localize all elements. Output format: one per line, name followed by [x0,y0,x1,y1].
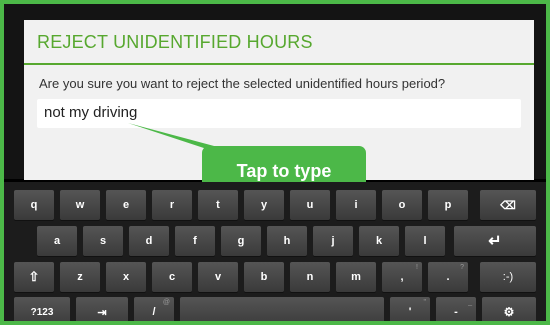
key-m[interactable]: m [336,262,376,292]
enter-icon: ↵ [488,233,502,250]
backspace-icon: ⌫ [500,199,516,212]
key-alt-mark: ! [416,264,418,271]
key-label: p [444,199,452,211]
key-label: / [152,306,156,318]
key-label: r [169,199,175,211]
smiley-icon: :-) [502,271,514,283]
key-f[interactable]: f [175,226,215,256]
shift-key[interactable]: ⇧ [14,262,54,292]
key-label: n [306,271,314,283]
key-z[interactable]: z [60,262,100,292]
key-label: b [260,271,268,283]
key-label: c [168,271,176,283]
key-n[interactable]: n [290,262,330,292]
key-label: g [237,235,245,247]
key-period[interactable]: ?. [428,262,468,292]
key-label: y [260,199,268,211]
key-alt-mark: @ [162,299,170,306]
tab-key[interactable]: ⇥ [76,297,128,321]
key-label: v [214,271,222,283]
key-label: o [398,199,406,211]
settings-key[interactable]: ⚙ [482,297,536,321]
reason-input[interactable]: not my driving [37,99,521,128]
key-label: k [375,235,383,247]
key-j[interactable]: j [313,226,353,256]
screenshot-frame: REJECT UNIDENTIFIED HOURS Are you sure y… [0,0,550,325]
key-label: f [193,235,197,247]
key-s[interactable]: s [83,226,123,256]
key-l[interactable]: l [405,226,445,256]
onscreen-keyboard: q w e r t y u i o p ⌫ a s d f g h j k l … [4,182,546,321]
key-alt-mark: " [423,299,427,306]
key-label: - [454,306,458,318]
key-label: a [53,235,61,247]
key-alt-mark: _ [468,299,472,306]
key-label: z [77,271,83,283]
key-d[interactable]: d [129,226,169,256]
enter-key[interactable]: ↵ [454,226,536,256]
key-label: l [423,235,427,247]
key-a[interactable]: a [37,226,77,256]
key-c[interactable]: c [152,262,192,292]
reason-input-value: not my driving [44,104,138,121]
key-y[interactable]: y [244,190,284,220]
settings-icon: ⚙ [503,305,515,319]
spacebar[interactable] [180,297,384,321]
dialog-title: REJECT UNIDENTIFIED HOURS [37,32,313,52]
key-o[interactable]: o [382,190,422,220]
key-label: . [446,271,450,283]
key-slash[interactable]: @ / [134,297,174,321]
key-q[interactable]: q [14,190,54,220]
key-label: m [351,271,361,283]
key-label: i [354,199,358,211]
key-apostrophe[interactable]: " ' [390,297,430,321]
key-dash[interactable]: _ - [436,297,476,321]
key-label: x [122,271,130,283]
key-label: q [30,199,38,211]
shift-icon: ⇧ [28,269,40,284]
key-label: ' [408,306,412,318]
backspace-key[interactable]: ⌫ [480,190,536,220]
key-k[interactable]: k [359,226,399,256]
key-p[interactable]: p [428,190,468,220]
tab-icon: ⇥ [97,306,107,319]
tooltip-label: Tap to type [236,160,332,181]
key-label: d [145,235,153,247]
key-label: h [283,235,291,247]
key-label: e [122,199,130,211]
key-i[interactable]: i [336,190,376,220]
key-label: , [400,271,404,283]
dialog-message: Are you sure you want to reject the sele… [39,76,446,91]
key-comma[interactable]: !, [382,262,422,292]
key-b[interactable]: b [244,262,284,292]
key-t[interactable]: t [198,190,238,220]
title-divider [24,63,534,65]
key-label: ?123 [30,306,54,318]
key-g[interactable]: g [221,226,261,256]
key-x[interactable]: x [106,262,146,292]
smiley-key[interactable]: :-) [480,262,536,292]
key-label: u [306,199,314,211]
key-h[interactable]: h [267,226,307,256]
key-label: w [75,199,85,211]
key-v[interactable]: v [198,262,238,292]
key-label: s [99,235,107,247]
key-r[interactable]: r [152,190,192,220]
symbols-key[interactable]: ?123 [14,297,70,321]
key-e[interactable]: e [106,190,146,220]
key-u[interactable]: u [290,190,330,220]
key-label: t [216,199,220,211]
key-label: j [331,235,335,247]
key-alt-mark: ? [460,264,464,271]
key-w[interactable]: w [60,190,100,220]
